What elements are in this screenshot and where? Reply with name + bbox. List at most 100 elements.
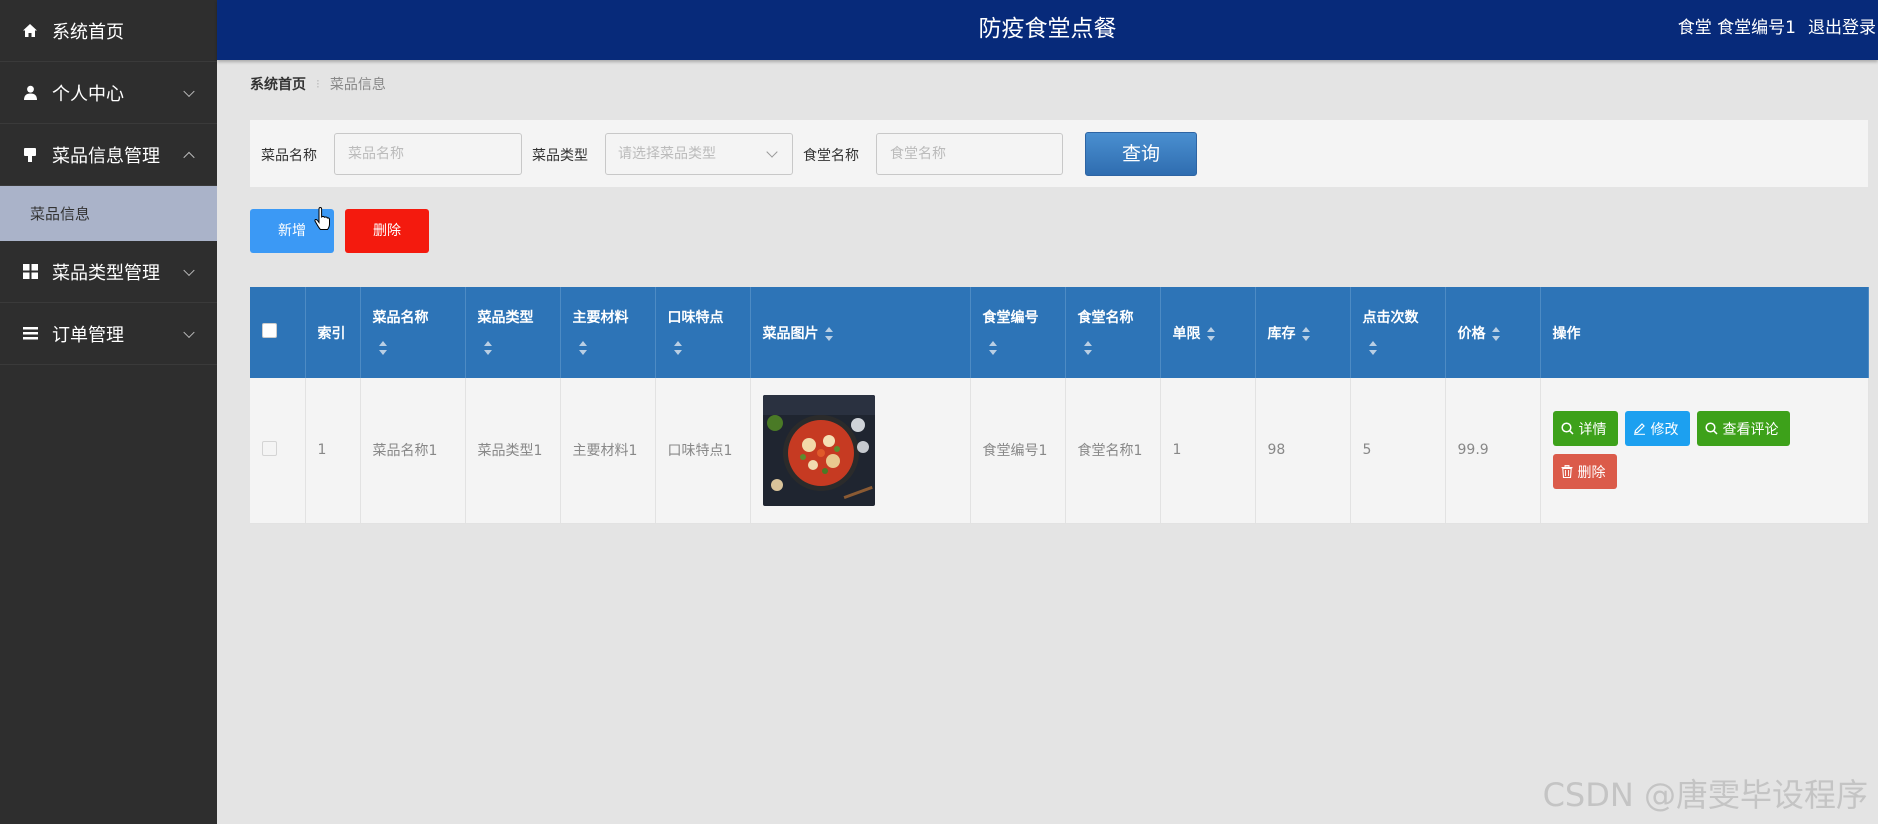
top-header: 防疫食堂点餐 食堂 食堂编号1 退出登录 bbox=[217, 0, 1878, 60]
header-dish-name[interactable]: 菜品名称 bbox=[360, 287, 466, 378]
dish-type-select[interactable]: 请选择菜品类型 bbox=[605, 133, 793, 175]
row-delete-label: 删除 bbox=[1577, 464, 1606, 481]
edit-button[interactable]: 修改 bbox=[1624, 411, 1690, 447]
sort-icon bbox=[824, 326, 833, 341]
sort-icon bbox=[378, 340, 387, 355]
chevron-down-icon bbox=[183, 326, 195, 338]
sort-icon bbox=[483, 340, 492, 355]
select-all-cell bbox=[250, 287, 306, 378]
user-icon bbox=[22, 85, 38, 101]
search-icon bbox=[1704, 422, 1718, 435]
list-icon bbox=[22, 326, 38, 342]
cell-flavor: 口味特点1 bbox=[655, 378, 751, 524]
breadcrumb: 系统首页 ⁝ 菜品信息 bbox=[250, 74, 386, 94]
sort-icon bbox=[988, 340, 997, 355]
breadcrumb-home[interactable]: 系统首页 bbox=[250, 74, 306, 94]
sidebar-item-label: 订单管理 bbox=[52, 324, 124, 346]
cell-price: 99.9 bbox=[1445, 378, 1541, 524]
sidebar-item-dish-type[interactable]: 菜品类型管理 bbox=[0, 241, 217, 303]
breadcrumb-current: 菜品信息 bbox=[329, 77, 386, 93]
dish-type-placeholder: 请选择菜品类型 bbox=[618, 146, 716, 162]
sidebar-item-orders[interactable]: 订单管理 bbox=[0, 303, 217, 365]
header-dish-type[interactable]: 菜品类型 bbox=[465, 287, 561, 378]
sidebar-item-label: 菜品信息管理 bbox=[52, 145, 160, 167]
sidebar-subitem-dish-info[interactable]: 菜品信息 bbox=[0, 186, 217, 241]
grid-icon bbox=[22, 264, 38, 280]
edit-label: 修改 bbox=[1650, 421, 1679, 438]
home-icon bbox=[22, 23, 38, 39]
dish-type-label: 菜品类型 bbox=[532, 148, 588, 164]
header-label: 食堂编号 bbox=[982, 309, 1039, 326]
trash-icon bbox=[1561, 465, 1572, 479]
canteen-name-input[interactable] bbox=[876, 133, 1063, 175]
sort-icon bbox=[1301, 326, 1310, 341]
batch-delete-button[interactable]: 删除 bbox=[345, 209, 429, 253]
sidebar-item-home[interactable]: 系统首页 bbox=[0, 0, 217, 62]
header-index: 索引 bbox=[305, 287, 361, 378]
sort-icon bbox=[578, 340, 587, 355]
header-label: 库存 bbox=[1267, 325, 1296, 342]
chevron-up-icon bbox=[183, 151, 195, 163]
hand-cursor-icon bbox=[314, 207, 330, 230]
cell-material: 主要材料1 bbox=[560, 378, 656, 524]
sort-icon bbox=[1491, 326, 1500, 341]
canteen-name-label: 食堂名称 bbox=[803, 148, 859, 164]
sidebar-item-dish-manage[interactable]: 菜品信息管理 bbox=[0, 124, 217, 186]
detail-label: 详情 bbox=[1578, 421, 1607, 438]
dish-name-label: 菜品名称 bbox=[261, 148, 317, 164]
header-canteen-no[interactable]: 食堂编号 bbox=[970, 287, 1066, 378]
dish-name-input[interactable] bbox=[334, 133, 522, 175]
dish-table: 索引 菜品名称 菜品类型 主要材料 口味特点 菜品图片 食堂编号 食堂名称 单限… bbox=[250, 287, 1869, 524]
cell-dish-type: 菜品类型1 bbox=[465, 378, 561, 524]
cell-canteen-no: 食堂编号1 bbox=[970, 378, 1066, 524]
app-title: 防疫食堂点餐 bbox=[978, 16, 1117, 42]
table-row: 1 菜品名称1 菜品类型1 主要材料1 口味特点1 食堂编号1 食堂名称1 1 … bbox=[250, 378, 1869, 524]
view-comments-button[interactable]: 查看评论 bbox=[1696, 411, 1790, 447]
logout-link[interactable]: 退出登录 bbox=[1808, 0, 1876, 56]
sort-icon bbox=[1083, 340, 1092, 355]
sort-icon bbox=[673, 340, 682, 355]
header-label: 菜品图片 bbox=[762, 325, 819, 342]
header-label: 价格 bbox=[1457, 325, 1486, 342]
header-material[interactable]: 主要材料 bbox=[560, 287, 656, 378]
header-flavor[interactable]: 口味特点 bbox=[655, 287, 751, 378]
select-all-checkbox[interactable] bbox=[262, 323, 277, 338]
cell-dish-name: 菜品名称1 bbox=[360, 378, 466, 524]
cell-canteen-name: 食堂名称1 bbox=[1065, 378, 1161, 524]
header-canteen-name[interactable]: 食堂名称 bbox=[1065, 287, 1161, 378]
header-label: 食堂名称 bbox=[1077, 309, 1134, 326]
header-clicks[interactable]: 点击次数 bbox=[1350, 287, 1446, 378]
cell-limit: 1 bbox=[1160, 378, 1256, 524]
detail-button[interactable]: 详情 bbox=[1552, 411, 1618, 447]
header-operations: 操作 bbox=[1540, 287, 1869, 378]
row-delete-button[interactable]: 删除 bbox=[1552, 454, 1617, 490]
edit-icon bbox=[1633, 423, 1645, 436]
query-button[interactable]: 查询 bbox=[1085, 132, 1197, 176]
search-panel: 菜品名称 菜品类型 请选择菜品类型 食堂名称 查询 bbox=[250, 120, 1868, 187]
header-limit[interactable]: 单限 bbox=[1160, 287, 1256, 378]
sidebar-item-profile[interactable]: 个人中心 bbox=[0, 62, 217, 124]
sidebar-item-label: 个人中心 bbox=[52, 83, 124, 105]
row-checkbox[interactable] bbox=[262, 440, 277, 456]
cell-index: 1 bbox=[305, 378, 361, 524]
header-label: 口味特点 bbox=[667, 309, 724, 326]
header-label: 菜品类型 bbox=[477, 309, 534, 326]
chevron-down-icon bbox=[766, 146, 778, 158]
row-select-cell bbox=[250, 378, 306, 524]
header-label: 菜品名称 bbox=[372, 309, 429, 326]
header-stock[interactable]: 库存 bbox=[1255, 287, 1351, 378]
dish-icon bbox=[22, 147, 38, 163]
chevron-down-icon bbox=[183, 85, 195, 97]
cell-clicks: 5 bbox=[1350, 378, 1446, 524]
watermark: CSDN @唐雯毕设程序 bbox=[1542, 776, 1868, 814]
header-label: 主要材料 bbox=[572, 309, 629, 326]
view-comments-label: 查看评论 bbox=[1722, 421, 1779, 438]
header-label: 点击次数 bbox=[1362, 309, 1419, 326]
header-dish-image[interactable]: 菜品图片 bbox=[750, 287, 971, 378]
dish-image bbox=[762, 394, 875, 506]
cell-dish-image bbox=[750, 378, 971, 524]
chevron-down-icon bbox=[183, 264, 195, 276]
header-label: 单限 bbox=[1172, 325, 1201, 342]
sidebar-item-label: 系统首页 bbox=[52, 21, 124, 43]
header-price[interactable]: 价格 bbox=[1445, 287, 1541, 378]
